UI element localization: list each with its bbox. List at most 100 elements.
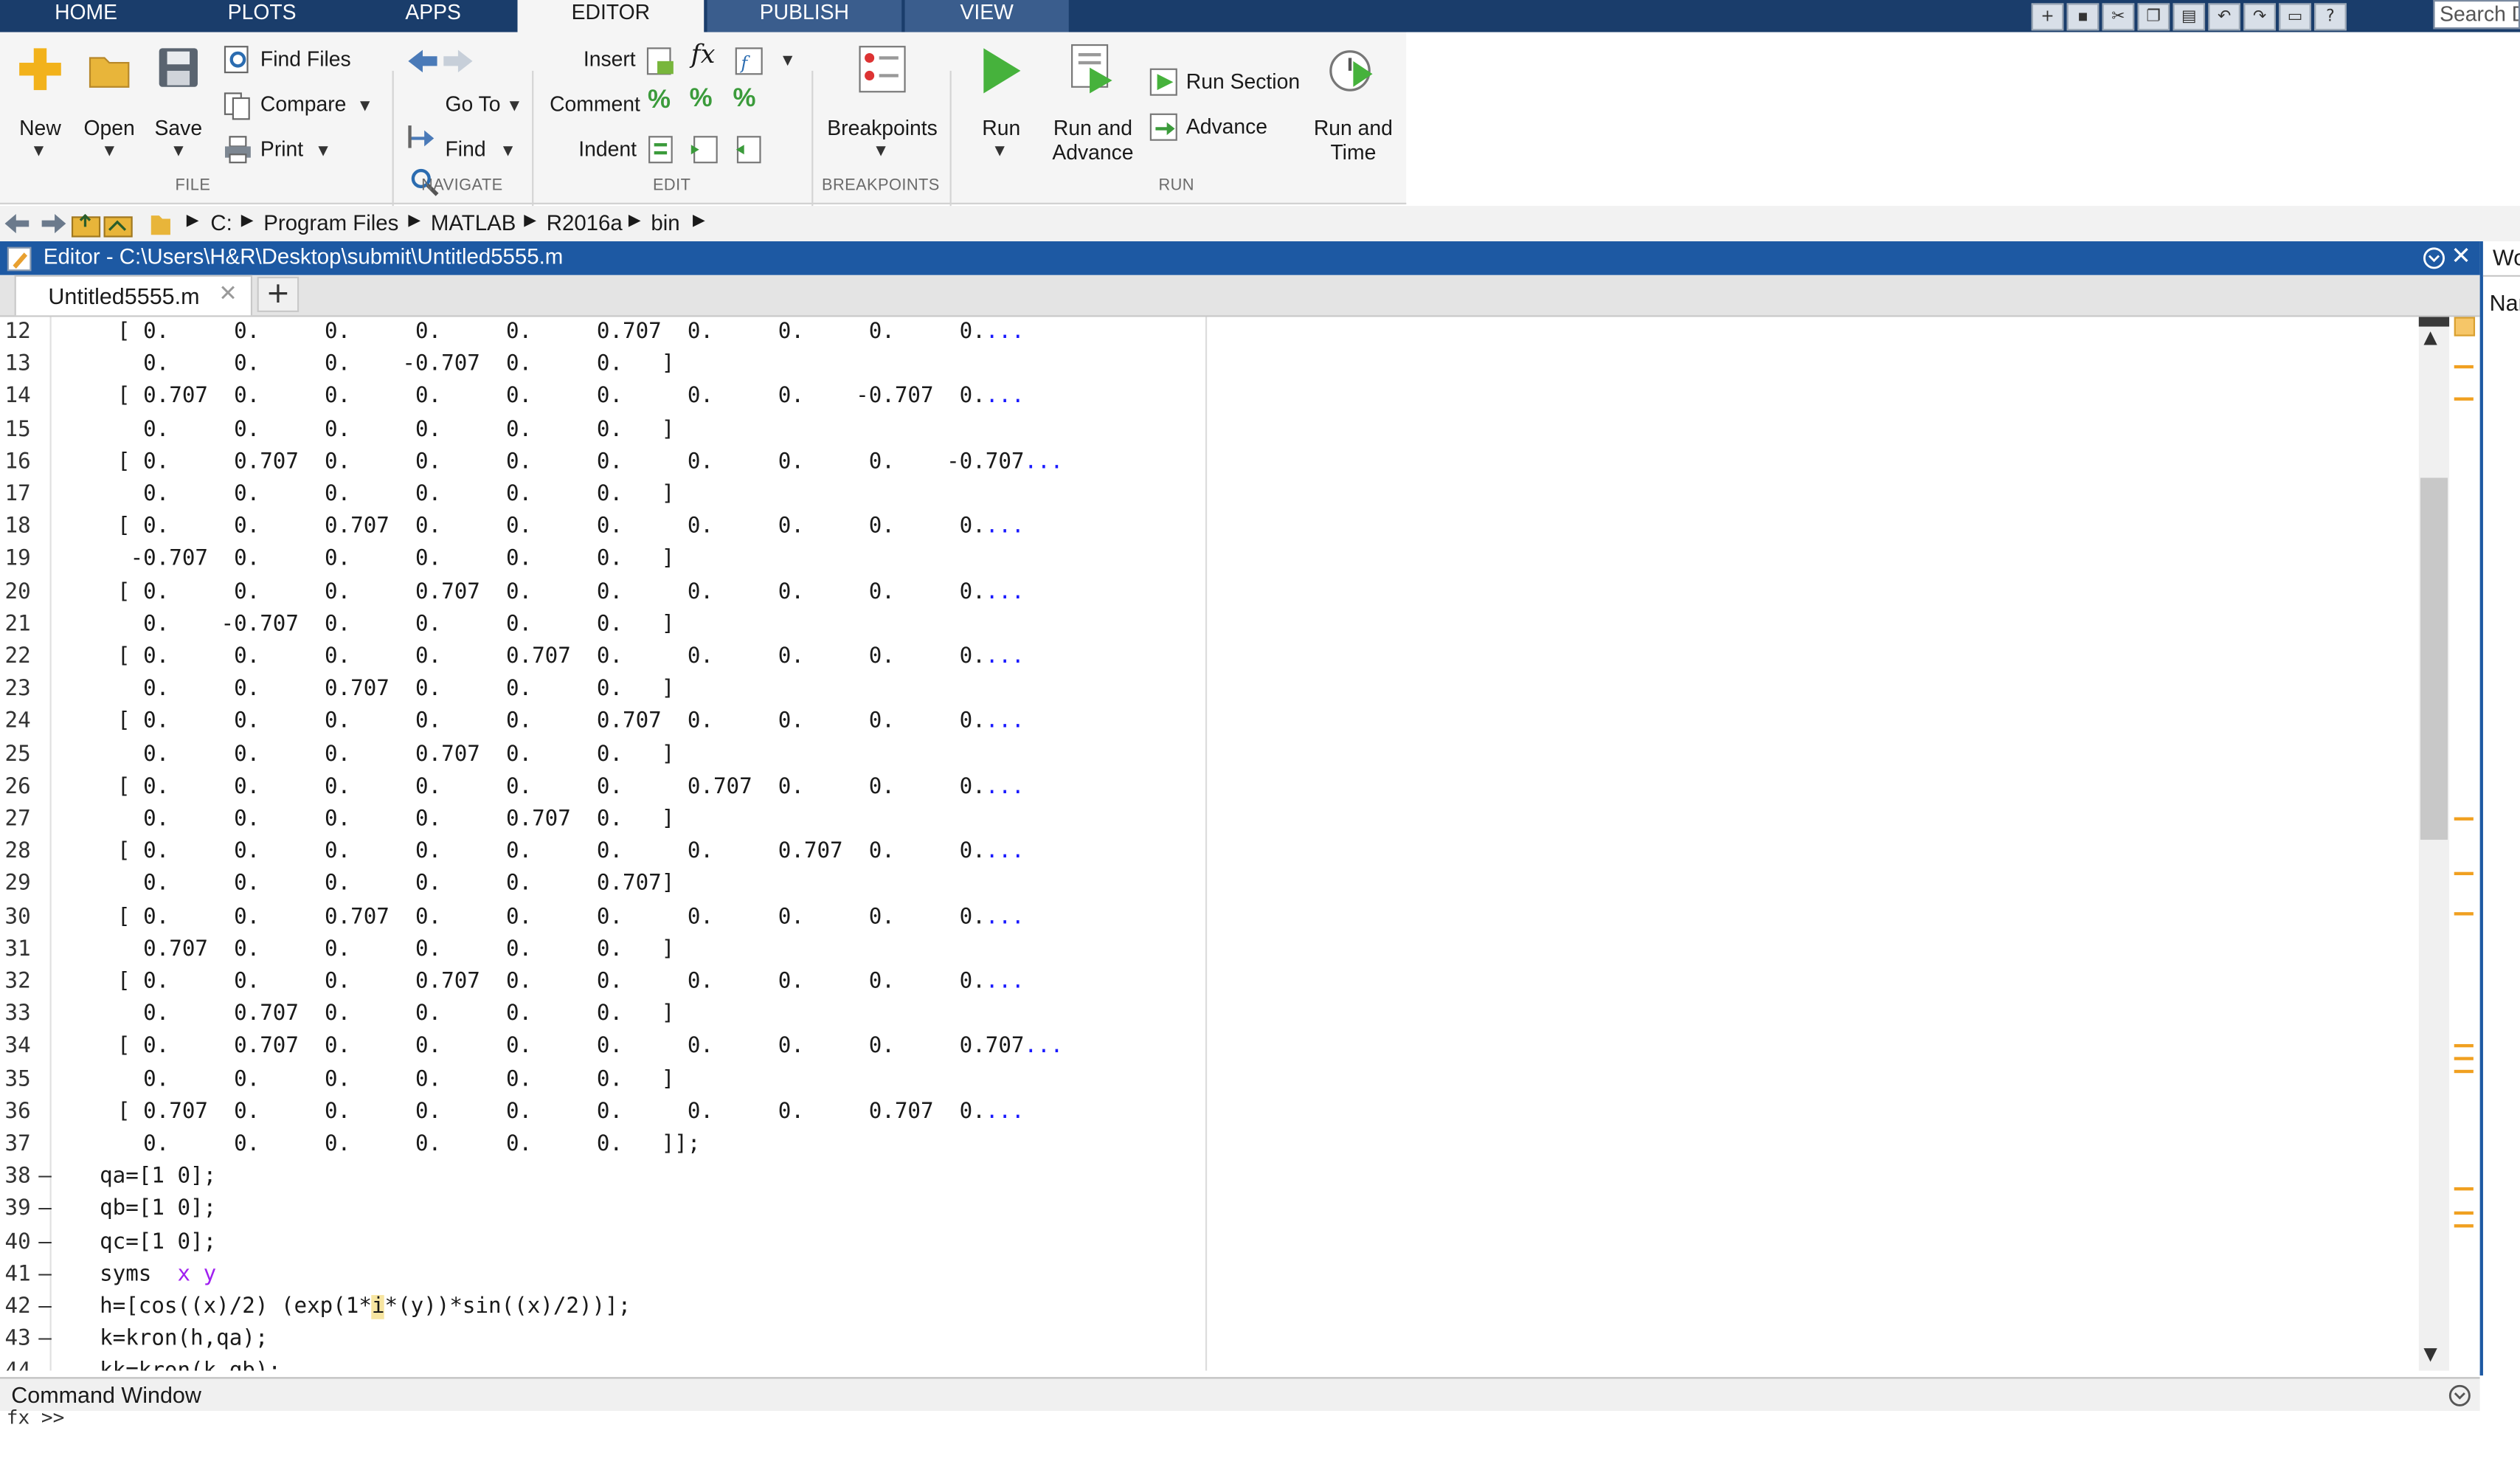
- code-line[interactable]: 40 — qc=[1 0];: [0, 1227, 1205, 1260]
- insert-button[interactable]: Insert: [584, 46, 636, 72]
- run-and-advance-button[interactable]: Run and Advance: [1045, 116, 1141, 164]
- code-line[interactable]: 36 [ 0.707 0. 0. 0. 0. 0. 0. 0. 0.707 0..…: [0, 1097, 1205, 1129]
- run-dropdown-icon[interactable]: ▼: [995, 143, 1005, 158]
- scroll-up-icon[interactable]: ▲: [2423, 327, 2437, 348]
- run-section-button[interactable]: Run Section: [1186, 69, 1300, 95]
- code-line[interactable]: 42 — h=[cos((x)/2) (exp(1*i*(y))*sin((x)/2…: [0, 1292, 1205, 1325]
- run-and-time-button[interactable]: Run and Time: [1305, 116, 1402, 164]
- uncomment-icon[interactable]: %: [690, 86, 713, 113]
- indent-button[interactable]: Indent: [578, 137, 637, 162]
- close-editor-icon[interactable]: ✕: [2451, 241, 2471, 270]
- copy-icon[interactable]: ❐: [2137, 2, 2170, 30]
- breakpoint-dash[interactable]: —: [38, 1162, 52, 1195]
- code-line[interactable]: 17 0. 0. 0. 0. 0. 0. ]: [0, 480, 1205, 512]
- comment-icon[interactable]: %: [648, 88, 671, 114]
- editor-vertical-scrollbar[interactable]: ▲ ▼: [2418, 317, 2450, 1371]
- new-tab-button[interactable]: +: [257, 276, 300, 312]
- scroll-down-icon[interactable]: ▼: [2423, 1343, 2437, 1364]
- redo-icon[interactable]: ↷: [2243, 2, 2276, 30]
- path-segment[interactable]: R2016a: [547, 211, 623, 235]
- code-line[interactable]: 20 [ 0. 0. 0. 0.707 0. 0. 0. 0. 0. 0....: [0, 577, 1205, 610]
- go-to-button[interactable]: Go To: [445, 92, 500, 117]
- help-icon[interactable]: ?: [2314, 2, 2347, 30]
- warning-marker[interactable]: [2454, 365, 2474, 369]
- breakpoints-dropdown-icon[interactable]: ▼: [876, 143, 885, 158]
- print-button[interactable]: Print: [260, 137, 303, 162]
- save-icon[interactable]: ▪: [2066, 2, 2100, 30]
- comment-button[interactable]: Comment: [550, 92, 640, 117]
- warning-marker[interactable]: [2454, 397, 2474, 401]
- advance-button[interactable]: Advance: [1186, 114, 1267, 140]
- tab-home[interactable]: HOME: [0, 0, 172, 32]
- code-line[interactable]: 22 [ 0. 0. 0. 0. 0.707 0. 0. 0. 0. 0....: [0, 642, 1205, 674]
- command-prompt[interactable]: fx >>: [7, 1406, 65, 1429]
- warning-marker[interactable]: [2454, 1224, 2474, 1228]
- find-files-button[interactable]: Find Files: [260, 46, 351, 72]
- open-button[interactable]: Open: [77, 116, 142, 140]
- warning-marker[interactable]: [2454, 1043, 2474, 1048]
- close-tab-icon[interactable]: ✕: [218, 282, 238, 308]
- save-button[interactable]: Save: [148, 116, 209, 140]
- print-dropdown-icon[interactable]: ▼: [318, 143, 328, 158]
- insert-function-button[interactable]: fx: [691, 41, 716, 68]
- undo-icon[interactable]: ↶: [2208, 2, 2240, 30]
- code-line[interactable]: 19 -0.707 0. 0. 0. 0. 0. ]: [0, 545, 1205, 577]
- breakpoint-dash[interactable]: —: [38, 1260, 52, 1292]
- wrap-comments-icon[interactable]: %: [733, 86, 755, 113]
- tab-view[interactable]: VIEW: [904, 0, 1069, 32]
- smart-indent-icon[interactable]: [646, 134, 675, 166]
- editor-actions-icon[interactable]: [2422, 246, 2446, 271]
- find-button[interactable]: Find: [445, 137, 485, 162]
- find-dropdown-icon[interactable]: ▼: [503, 143, 513, 158]
- tab-editor[interactable]: EDITOR: [517, 0, 705, 34]
- cut-icon[interactable]: ✂: [2102, 2, 2135, 30]
- code-line[interactable]: 41 — syms x y: [0, 1260, 1205, 1292]
- code-line[interactable]: 12 [ 0. 0. 0. 0. 0. 0.707 0. 0. 0. 0....: [0, 317, 1205, 349]
- switch-windows-icon[interactable]: ▭: [2279, 2, 2311, 30]
- decrease-indent-icon[interactable]: [731, 134, 764, 166]
- code-line[interactable]: 32 [ 0. 0. 0. 0.707 0. 0. 0. 0. 0. 0....: [0, 967, 1205, 999]
- back-forward-folder-icon[interactable]: [3, 211, 67, 237]
- command-window-actions-icon[interactable]: [2448, 1384, 2472, 1408]
- code-line[interactable]: 34 [ 0. 0.707 0. 0. 0. 0. 0. 0. 0. 0.707.…: [0, 1032, 1205, 1064]
- insert-function-icon[interactable]: f: [733, 45, 765, 77]
- code-line[interactable]: 25 0. 0. 0. 0.707 0. 0. ]: [0, 739, 1205, 772]
- open-dropdown-icon[interactable]: ▼: [105, 143, 114, 158]
- increase-indent-icon[interactable]: [688, 134, 720, 166]
- warning-marker[interactable]: [2454, 912, 2474, 916]
- code-line[interactable]: 24 [ 0. 0. 0. 0. 0. 0.707 0. 0. 0. 0....: [0, 707, 1205, 739]
- code-line[interactable]: 43 — k=kron(h,qa);: [0, 1325, 1205, 1357]
- code-line[interactable]: 37 0. 0. 0. 0. 0. 0. ]];: [0, 1130, 1205, 1162]
- code-line[interactable]: 18 [ 0. 0. 0.707 0. 0. 0. 0. 0. 0. 0....: [0, 512, 1205, 545]
- breakpoint-dash[interactable]: —: [38, 1325, 52, 1357]
- save-dropdown-icon[interactable]: ▼: [173, 143, 183, 158]
- breakpoint-dash[interactable]: —: [38, 1292, 52, 1325]
- new-dropdown-icon[interactable]: ▼: [34, 143, 44, 158]
- tab-publish[interactable]: PUBLISH: [707, 0, 902, 32]
- code-line[interactable]: 33 0. 0.707 0. 0. 0. 0. ]: [0, 999, 1205, 1032]
- run-button[interactable]: Run: [969, 116, 1034, 140]
- breakpoints-button[interactable]: Breakpoints: [820, 116, 945, 140]
- code-line[interactable]: 26 [ 0. 0. 0. 0. 0. 0. 0.707 0. 0. 0....: [0, 772, 1205, 804]
- code-line[interactable]: 28 [ 0. 0. 0. 0. 0. 0. 0. 0.707 0. 0....: [0, 837, 1205, 869]
- paste-icon[interactable]: ▤: [2173, 2, 2206, 30]
- go-to-dropdown-icon[interactable]: ▼: [510, 98, 519, 113]
- scroll-thumb[interactable]: [2420, 477, 2448, 840]
- insert-icon[interactable]: [645, 45, 677, 77]
- tab-apps[interactable]: APPS: [352, 0, 514, 32]
- compare-button[interactable]: Compare: [260, 92, 346, 117]
- new-icon[interactable]: +: [2031, 2, 2064, 30]
- code-editor[interactable]: 12[ 0. 0. 0. 0. 0. 0.707 0. 0. 0. 0.... 1…: [0, 317, 2419, 1371]
- up-browse-folder-icon[interactable]: [71, 211, 135, 238]
- path-segment[interactable]: bin: [651, 211, 679, 235]
- path-segment[interactable]: MATLAB: [431, 211, 516, 235]
- warning-marker[interactable]: [2454, 1057, 2474, 1060]
- code-line[interactable]: 35 0. 0. 0. 0. 0. 0. ]: [0, 1064, 1205, 1097]
- code-line[interactable]: 39 — qb=[1 0];: [0, 1195, 1205, 1227]
- warning-marker[interactable]: [2454, 1211, 2474, 1215]
- back-forward-icon[interactable]: [405, 45, 476, 77]
- breakpoint-dash[interactable]: —: [38, 1357, 52, 1370]
- warning-marker[interactable]: [2454, 817, 2474, 821]
- tab-plots[interactable]: PLOTS: [175, 0, 348, 32]
- code-line[interactable]: 44 — kk=kron(k,qb);: [0, 1357, 1205, 1370]
